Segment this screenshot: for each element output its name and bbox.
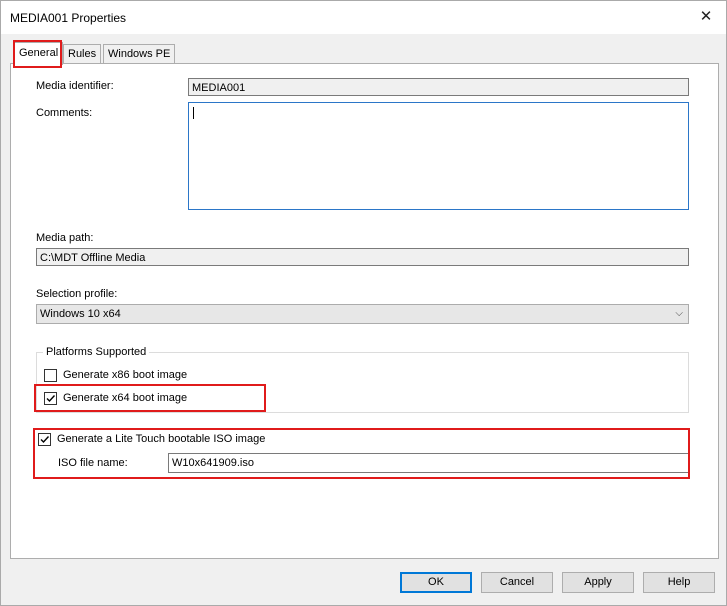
x64-highlight bbox=[34, 384, 266, 412]
tab-windows-pe[interactable]: Windows PE bbox=[103, 44, 176, 64]
properties-dialog: MEDIA001 Properties ✕ General Rules Wind… bbox=[0, 0, 727, 606]
media-identifier-field: MEDIA001 bbox=[188, 78, 689, 96]
platforms-group-title: Platforms Supported bbox=[43, 346, 150, 358]
media-identifier-label: Media identifier: bbox=[36, 80, 114, 92]
selection-profile-dropdown[interactable]: Windows 10 x64 ⌵ bbox=[36, 304, 689, 324]
iso-section-highlight bbox=[33, 428, 690, 479]
comments-textarea[interactable] bbox=[188, 102, 689, 210]
cancel-button[interactable]: Cancel bbox=[481, 572, 553, 593]
tab-general-highlight bbox=[13, 40, 62, 68]
media-path-field: C:\MDT Offline Media bbox=[36, 248, 689, 266]
comments-label: Comments: bbox=[36, 107, 93, 119]
tab-rules[interactable]: Rules bbox=[63, 44, 102, 64]
ok-button[interactable]: OK bbox=[400, 572, 472, 593]
x86-label: Generate x86 boot image bbox=[63, 369, 188, 381]
selection-profile-label: Selection profile: bbox=[36, 288, 118, 300]
general-tab-panel: Media identifier: MEDIA001 Comments: Med… bbox=[10, 63, 719, 559]
apply-button[interactable]: Apply bbox=[562, 572, 634, 593]
text-caret bbox=[193, 107, 194, 119]
x86-checkbox[interactable] bbox=[44, 369, 57, 382]
close-icon[interactable]: ✕ bbox=[696, 7, 716, 27]
tab-strip: General Rules Windows PE bbox=[10, 42, 710, 65]
selection-profile-value: Windows 10 x64 bbox=[40, 308, 121, 320]
media-path-label: Media path: bbox=[36, 232, 94, 244]
chevron-down-icon: ⌵ bbox=[675, 308, 683, 319]
title-bar: MEDIA001 Properties ✕ bbox=[1, 1, 726, 34]
help-button[interactable]: Help bbox=[643, 572, 715, 593]
window-title: MEDIA001 Properties bbox=[10, 11, 127, 25]
